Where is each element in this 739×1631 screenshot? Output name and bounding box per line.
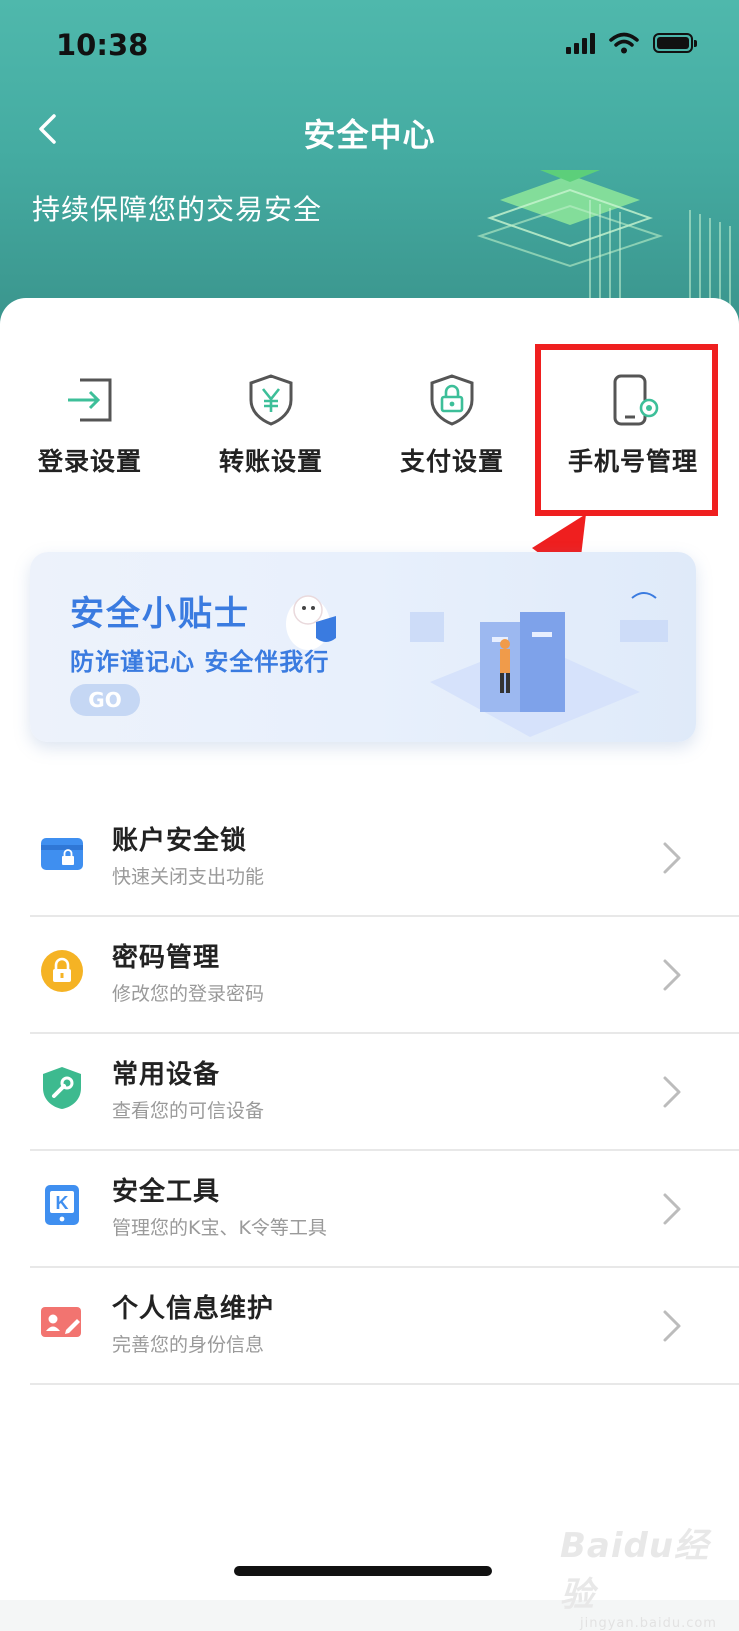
tips-title: 安全小贴士 bbox=[70, 594, 250, 634]
list-item-security-tools[interactable]: K 安全工具 管理您的K宝、K令等工具 bbox=[0, 1151, 739, 1268]
highlight-box bbox=[535, 344, 718, 516]
card-lock-icon bbox=[41, 838, 83, 870]
list-subtitle: 管理您的K宝、K令等工具 bbox=[112, 1217, 327, 1239]
yuan-shield-icon bbox=[249, 374, 293, 426]
chevron-right-icon bbox=[663, 1193, 681, 1225]
quick-label: 转账设置 bbox=[218, 447, 323, 476]
list-subtitle: 查看您的可信设备 bbox=[112, 1100, 265, 1122]
wrench-shield-icon bbox=[43, 1067, 81, 1109]
lock-shield-icon bbox=[430, 374, 474, 426]
list-item-personal-info[interactable]: 个人信息维护 完善您的身份信息 bbox=[0, 1268, 739, 1385]
watermark: Baidu经验 jingyan.baidu.com bbox=[560, 1518, 739, 1631]
quick-payment-settings[interactable]: 支付设置 bbox=[362, 360, 542, 500]
security-tips-banner[interactable]: 安全小贴士 防诈谨记心 安全伴我行 GO bbox=[30, 552, 696, 742]
list-item-devices[interactable]: 常用设备 查看您的可信设备 bbox=[0, 1034, 739, 1151]
nav-bar: 安全中心 bbox=[0, 90, 739, 170]
page-title: 安全中心 bbox=[303, 116, 436, 154]
list-title: 个人信息维护 bbox=[112, 1294, 275, 1324]
quick-login-settings[interactable]: 登录设置 bbox=[0, 360, 180, 500]
id-card-edit-icon bbox=[41, 1307, 81, 1337]
list-subtitle: 完善您的身份信息 bbox=[112, 1334, 265, 1356]
signal-icon bbox=[566, 32, 595, 54]
security-layers-illustration bbox=[476, 170, 731, 310]
server-illustration bbox=[286, 592, 668, 737]
battery-icon bbox=[653, 33, 697, 53]
list-item-password[interactable]: 密码管理 修改您的登录密码 bbox=[0, 917, 739, 1034]
login-icon bbox=[68, 378, 112, 422]
list-item-account-lock[interactable]: 账户安全锁 快速关闭支出功能 bbox=[0, 800, 739, 917]
home-indicator[interactable] bbox=[234, 1566, 492, 1576]
status-icons bbox=[566, 32, 697, 54]
banner-slogan: 持续保障您的交易安全 bbox=[32, 193, 323, 226]
k-token-icon: K bbox=[45, 1185, 79, 1225]
list-title: 安全工具 bbox=[112, 1177, 221, 1207]
quick-label: 支付设置 bbox=[399, 447, 504, 476]
chevron-right-icon bbox=[663, 842, 681, 874]
go-button[interactable]: GO bbox=[70, 684, 140, 716]
list-subtitle: 修改您的登录密码 bbox=[112, 983, 265, 1005]
list-title: 账户安全锁 bbox=[112, 826, 248, 856]
watermark-url: jingyan.baidu.com bbox=[580, 1616, 717, 1631]
svg-text:K: K bbox=[56, 1193, 69, 1213]
list-subtitle: 快速关闭支出功能 bbox=[112, 866, 265, 888]
watermark-brand: Baidu经验 bbox=[560, 1526, 710, 1615]
quick-transfer-settings[interactable]: 转账设置 bbox=[181, 360, 361, 500]
chevron-right-icon bbox=[663, 959, 681, 991]
chevron-right-icon bbox=[663, 1076, 681, 1108]
list-title: 常用设备 bbox=[112, 1060, 221, 1090]
wifi-icon bbox=[609, 32, 639, 54]
padlock-icon bbox=[41, 950, 83, 992]
status-bar: 10:38 bbox=[0, 0, 739, 90]
chevron-right-icon bbox=[663, 1310, 681, 1342]
status-time: 10:38 bbox=[56, 28, 149, 62]
list-title: 密码管理 bbox=[112, 943, 221, 973]
divider bbox=[30, 1383, 739, 1385]
quick-label: 登录设置 bbox=[37, 447, 142, 476]
